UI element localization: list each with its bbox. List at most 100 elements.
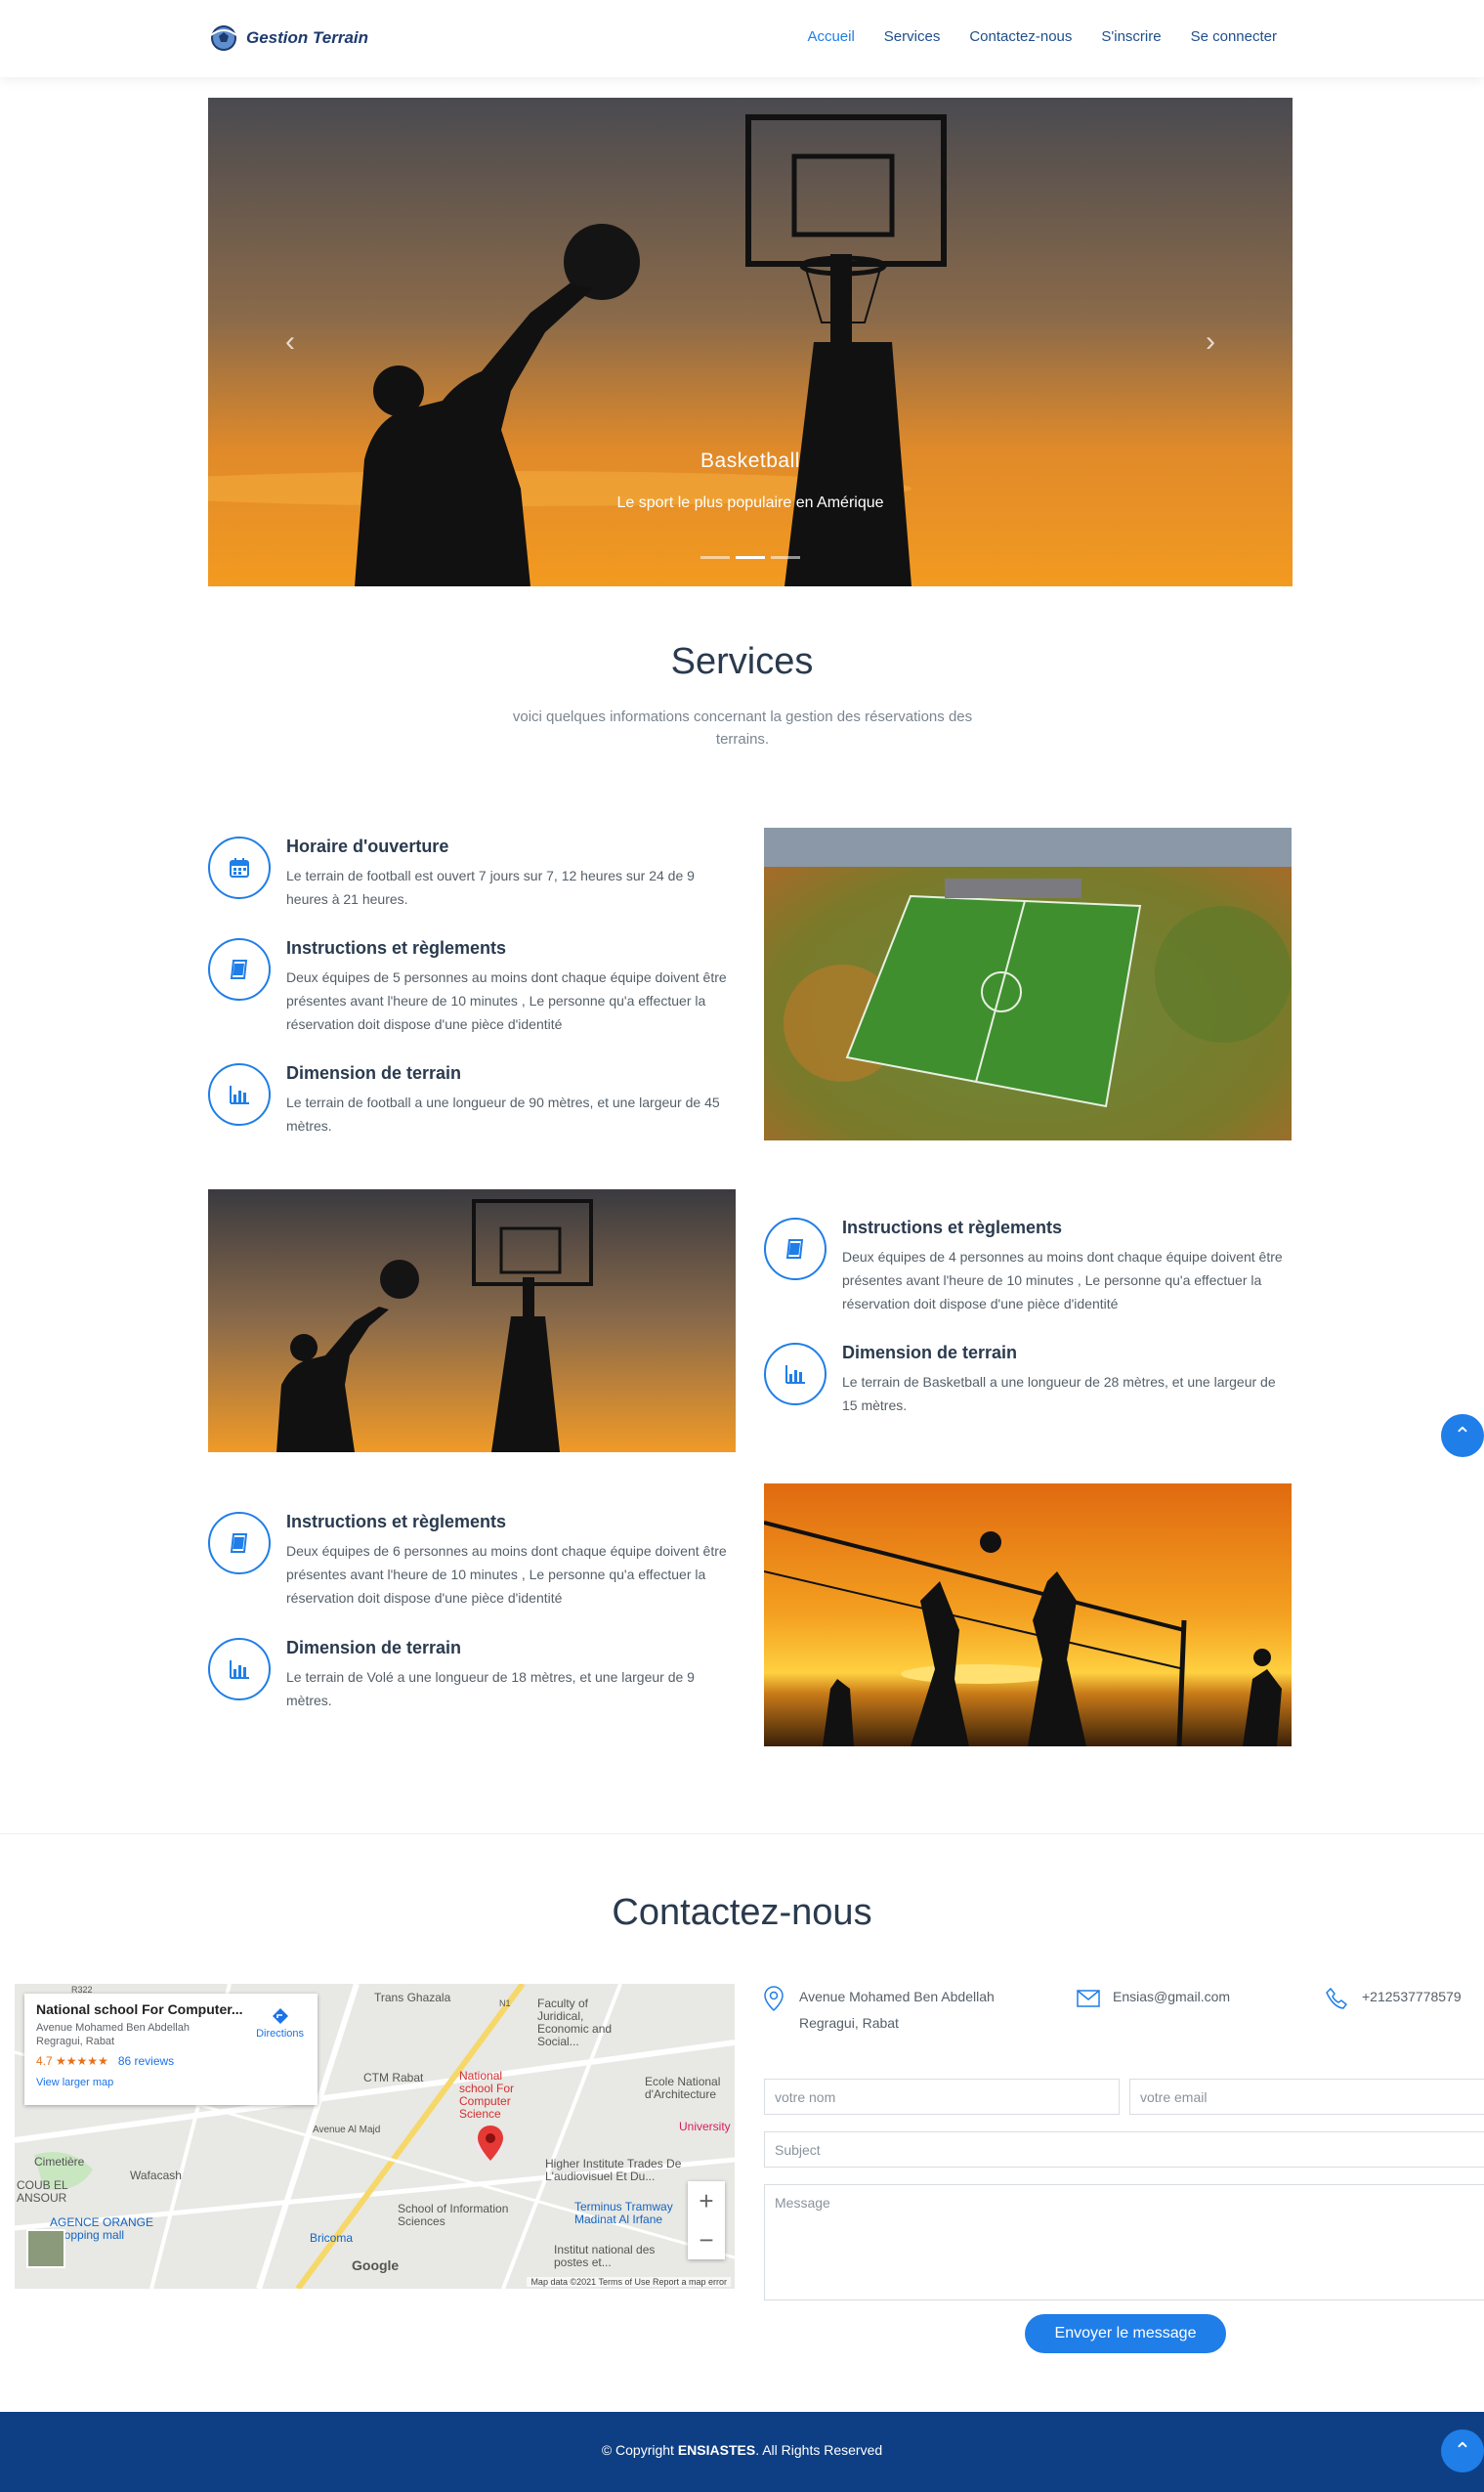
hero-caption: Basketball Le sport le plus populaire en… <box>208 450 1293 512</box>
phone-icon <box>1326 1988 1347 2009</box>
map-pin-label: National school For Computer Science <box>459 2069 515 2121</box>
map-place-card: National school For Computer... Avenue M… <box>24 1994 318 2105</box>
zoom-out-icon[interactable]: − <box>688 2220 725 2259</box>
main-nav: Accueil Services Contactez-nous S'inscri… <box>807 28 1277 45</box>
zoom-in-icon[interactable]: + <box>688 2181 725 2220</box>
email-field[interactable] <box>1129 2079 1484 2115</box>
directions-icon <box>272 2008 288 2024</box>
feature-text: Deux équipes de 4 personnes au moins don… <box>842 1249 1283 1311</box>
feature-text: Deux équipes de 6 personnes au moins don… <box>286 1543 727 1606</box>
nav-contact[interactable]: Contactez-nous <box>969 28 1072 45</box>
map-label: Trans Ghazala <box>374 1991 451 2004</box>
copyright-text: © Copyright ENSIASTES. All Rights Reserv… <box>0 2442 1484 2458</box>
section-divider <box>0 1833 1484 1834</box>
google-map[interactable]: Trans Ghazala Faculty of Juridical, Econ… <box>15 1984 735 2289</box>
map-label: Cimetière <box>34 2155 85 2169</box>
nav-register[interactable]: S'inscrire <box>1101 28 1161 45</box>
map-label: Faculty of Juridical, Economic and Socia… <box>537 1997 613 2048</box>
football-stadium-image <box>764 828 1292 1140</box>
back-to-top-icon[interactable]: ⌃ <box>1441 1414 1484 1457</box>
message-field[interactable] <box>764 2184 1484 2300</box>
map-place-rating: 4.7 ★★★★★ 86 reviews <box>36 2054 306 2068</box>
map-place-address: Avenue Mohamed Ben Abdellah Regragui, Ra… <box>36 2022 190 2047</box>
feature-text: Deux équipes de 5 personnes au moins don… <box>286 969 727 1032</box>
map-label: Bricoma <box>310 2231 354 2245</box>
services-title: Services <box>670 641 814 682</box>
back-to-top-footer-icon[interactable]: ⌃ <box>1441 2429 1484 2472</box>
logo[interactable]: Gestion Terrain <box>207 23 368 53</box>
map-label: CTM Rabat <box>363 2071 424 2084</box>
carousel-indicator-3[interactable] <box>771 556 800 559</box>
rating-stars-icon: ★★★★★ <box>56 2054 108 2068</box>
feature-title: Instructions et règlements <box>286 938 507 958</box>
map-label: Ecole National d'Architecture <box>645 2075 721 2101</box>
envelope-icon <box>1077 1990 1100 2007</box>
hero-subtitle: Le sport le plus populaire en Amérique <box>616 494 884 511</box>
feature-title: Instructions et règlements <box>842 1218 1063 1237</box>
copyright-brand: ENSIASTES <box>677 2442 756 2458</box>
map-label: Avenue Al Majd <box>313 2125 381 2135</box>
name-field[interactable] <box>764 2079 1120 2115</box>
bar-chart-icon <box>764 1343 827 1405</box>
feature-text: Le terrain de Volé a une longueur de 18 … <box>286 1669 695 1708</box>
google-logo: Google <box>352 2257 400 2273</box>
carousel-prev-icon[interactable]: ‹ <box>276 324 305 360</box>
hero-basketball-image <box>208 98 1293 586</box>
map-satellite-toggle[interactable] <box>26 2229 65 2268</box>
basketball-image <box>208 1189 736 1452</box>
map-label: Higher Institute Trades De L'audiovisuel… <box>545 2157 682 2183</box>
feature-volleyball-rules: Instructions et règlements Deux équipes … <box>208 1512 736 1610</box>
feature-text: Le terrain de Basketball a une longueur … <box>842 1374 1276 1413</box>
feature-basketball-dimension: Dimension de terrain Le terrain de Baske… <box>764 1343 1292 1421</box>
contact-address: Avenue Mohamed Ben Abdellah Regragui, Ra… <box>799 1989 995 2031</box>
location-pin-icon <box>764 1986 784 2011</box>
map-label: AGENCE ORANGE Shopping mall <box>50 2215 154 2242</box>
copyright-suffix: . All Rights Reserved <box>755 2442 883 2458</box>
map-label: Institut national des postes et... <box>554 2243 656 2269</box>
feature-title: Instructions et règlements <box>286 1512 507 1531</box>
feature-football-dimension: Dimension de terrain Le terrain de footb… <box>208 1063 736 1141</box>
nav-accueil[interactable]: Accueil <box>807 28 854 45</box>
contact-phone[interactable]: +212537778579 <box>1362 1984 1462 2010</box>
copyright-prefix: © Copyright <box>601 2442 678 2458</box>
nav-services[interactable]: Services <box>884 28 941 45</box>
hero-title: Basketball <box>700 450 800 472</box>
map-label: Terminus Tramway Madinat Al Irfane <box>574 2200 673 2226</box>
map-larger-link[interactable]: View larger map <box>36 2077 306 2088</box>
feature-football-rules: Instructions et règlements Deux équipes … <box>208 938 736 1036</box>
map-label: University <box>679 2120 731 2133</box>
feature-basketball-rules: Instructions et règlements Deux équipes … <box>764 1218 1292 1315</box>
feature-football-hours: Horaire d'ouverture Le terrain de footba… <box>208 837 736 915</box>
site-footer: © Copyright ENSIASTES. All Rights Reserv… <box>0 2412 1484 2492</box>
map-zoom-controls: + − <box>688 2181 725 2259</box>
map-directions-label: Directions <box>256 2028 304 2040</box>
carousel-indicator-1[interactable] <box>700 556 730 559</box>
contact-title: Contactez-nous <box>612 1892 872 1933</box>
send-message-button[interactable]: Envoyer le message <box>1025 2314 1226 2353</box>
map-label: N1 <box>499 1998 511 2008</box>
map-label: Wafacash <box>130 2169 182 2182</box>
feature-volleyball-dimension: Dimension de terrain Le terrain de Volé … <box>208 1638 736 1716</box>
contact-email[interactable]: Ensias@gmail.com <box>1113 1984 1230 2010</box>
carousel-next-icon[interactable]: › <box>1196 324 1225 360</box>
site-header: Gestion Terrain Accueil Services Contact… <box>0 0 1484 77</box>
map-label: School of Information Sciences <box>398 2202 509 2228</box>
feature-title: Dimension de terrain <box>842 1343 1018 1362</box>
nav-login[interactable]: Se connecter <box>1191 28 1277 45</box>
book-icon <box>764 1218 827 1280</box>
carousel-indicators <box>208 556 1293 559</box>
services-subtitle: voici quelques informations concernant l… <box>512 709 973 748</box>
feature-title: Dimension de terrain <box>286 1638 462 1657</box>
feature-text: Le terrain de football est ouvert 7 jour… <box>286 868 695 907</box>
map-label: COUB EL ANSOUR <box>17 2178 68 2205</box>
map-reviews-link[interactable]: 86 reviews <box>118 2054 174 2068</box>
logo-text: Gestion Terrain <box>246 28 369 47</box>
map-pin-icon[interactable] <box>478 2126 503 2161</box>
hero-carousel: ‹ › Basketball Le sport le plus populair… <box>208 98 1293 586</box>
calendar-icon <box>208 837 271 899</box>
map-directions-button[interactable]: Directions <box>256 2007 304 2040</box>
book-icon <box>208 1512 271 1574</box>
bar-chart-icon <box>208 1063 271 1126</box>
subject-field[interactable] <box>764 2131 1484 2168</box>
carousel-indicator-2[interactable] <box>736 556 765 559</box>
